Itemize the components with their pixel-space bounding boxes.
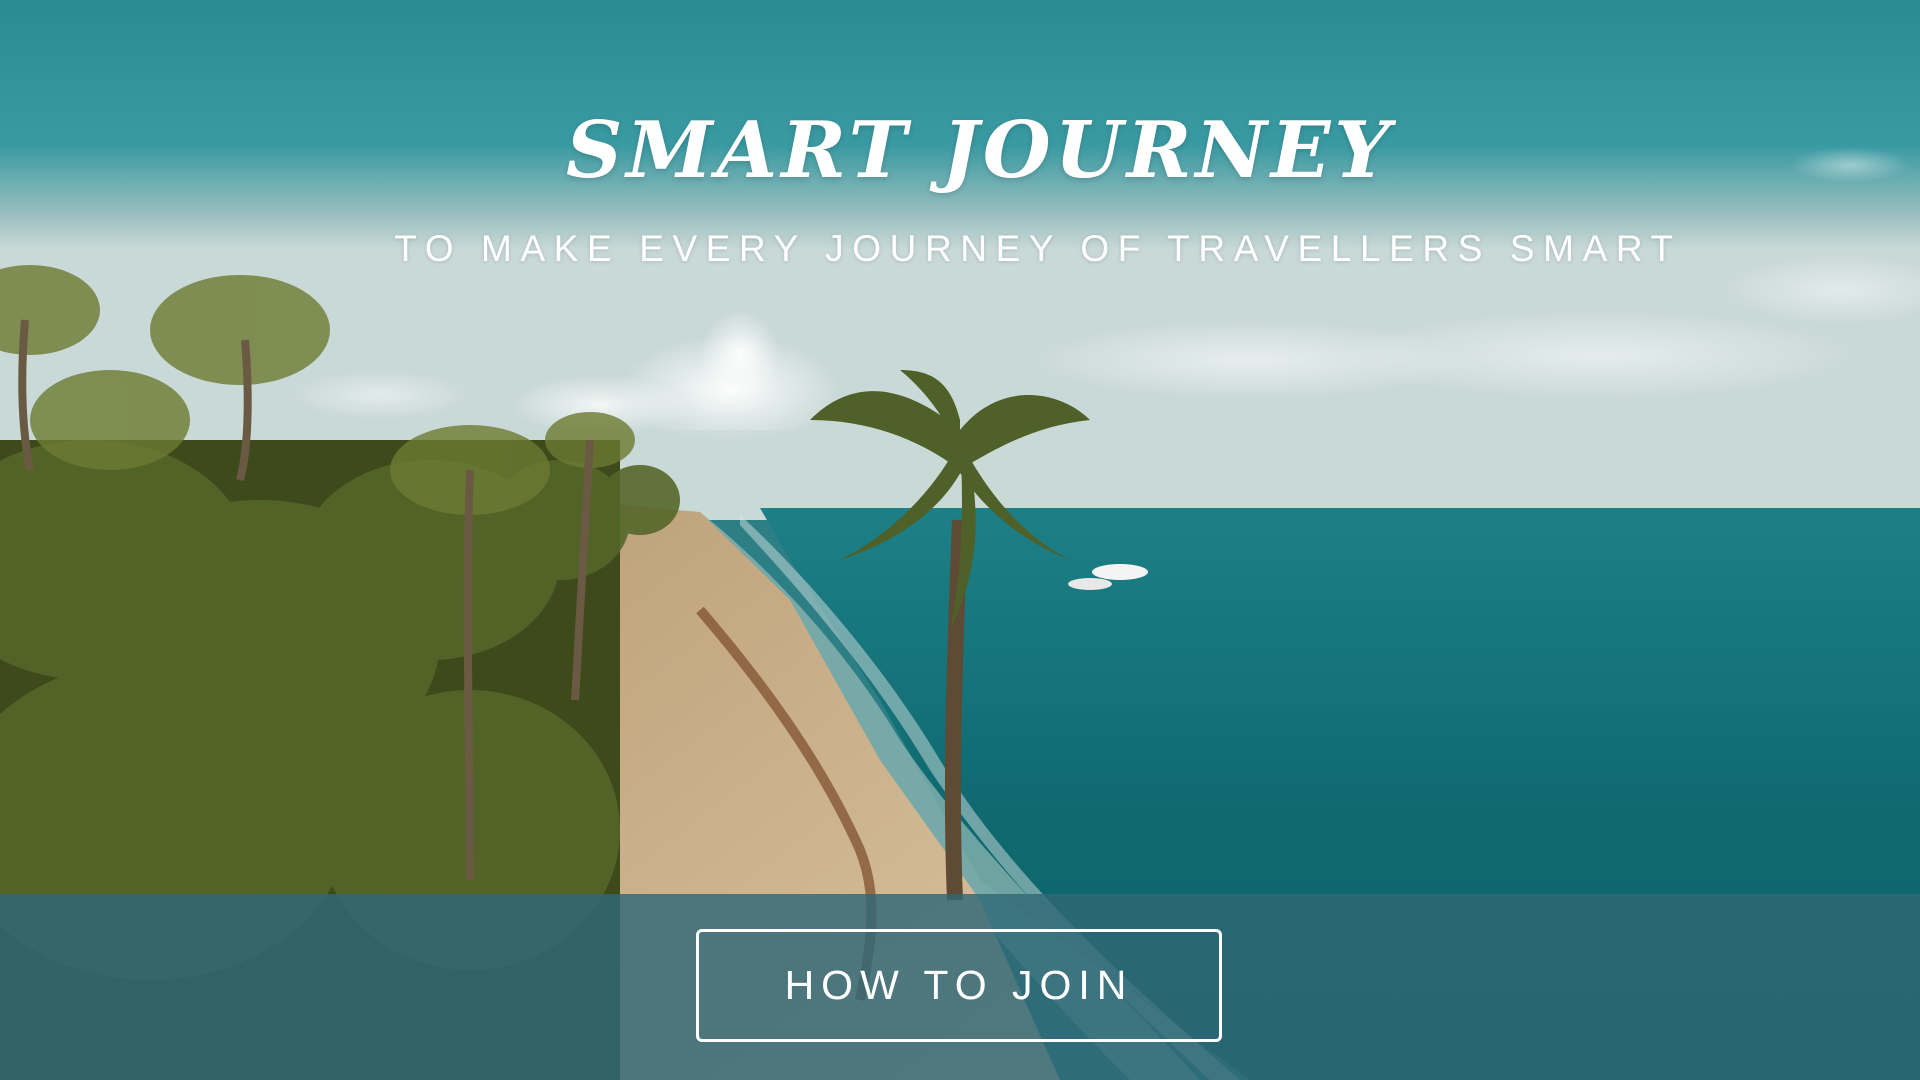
hero-section: SMART JOURNEY TO MAKE EVERY JOURNEY OF T… <box>0 0 1920 1080</box>
hero-title: SMART JOURNEY <box>566 105 1394 196</box>
hero-subtitle: TO MAKE EVERY JOURNEY OF TRAVELLERS SMAR… <box>394 228 1682 269</box>
how-to-join-button[interactable]: HOW TO JOIN <box>696 929 1222 1042</box>
